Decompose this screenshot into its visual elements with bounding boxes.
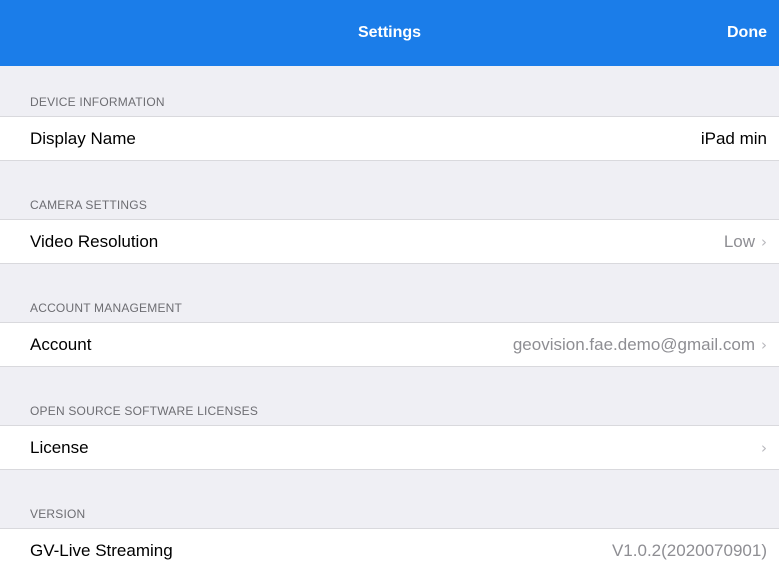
section-version: VERSION GV-Live Streaming V1.0.2(2020070… bbox=[0, 478, 779, 573]
section-header-camera-settings: CAMERA SETTINGS bbox=[30, 198, 148, 212]
video-resolution-label: Video Resolution bbox=[30, 232, 159, 251]
app-name-label: GV-Live Streaming bbox=[30, 541, 173, 560]
account-value-text: geovision.fae.demo@gmail.com bbox=[512, 335, 755, 354]
license-row[interactable]: License › bbox=[0, 425, 779, 470]
section-header-version: VERSION bbox=[30, 507, 86, 521]
version-value: V1.0.2(2020070901) bbox=[611, 541, 767, 560]
done-button[interactable]: Done bbox=[727, 0, 767, 66]
license-value: › bbox=[755, 426, 767, 470]
section-open-source-licenses: OPEN SOURCE SOFTWARE LICENSES License › bbox=[0, 375, 779, 470]
account-label: Account bbox=[30, 335, 92, 354]
video-resolution-value-text: Low bbox=[723, 232, 755, 251]
section-header-device-information: DEVICE INFORMATION bbox=[30, 95, 165, 109]
section-header-open-source-licenses: OPEN SOURCE SOFTWARE LICENSES bbox=[30, 404, 259, 418]
account-row[interactable]: Account geovision.fae.demo@gmail.com › bbox=[0, 322, 779, 367]
display-name-value-text: iPad min bbox=[700, 129, 767, 148]
display-name-label: Display Name bbox=[30, 129, 136, 148]
account-value: geovision.fae.demo@gmail.com › bbox=[513, 323, 767, 367]
chevron-right-icon: › bbox=[761, 439, 767, 457]
navigation-bar: Settings Done bbox=[0, 0, 779, 66]
display-name-value: iPad min bbox=[701, 117, 767, 160]
page-title: Settings bbox=[357, 24, 422, 41]
section-account-management: ACCOUNT MANAGEMENT Account geovision.fae… bbox=[0, 272, 779, 367]
section-camera-settings: CAMERA SETTINGS Video Resolution Low › bbox=[0, 169, 779, 264]
chevron-right-icon: › bbox=[761, 336, 767, 354]
video-resolution-row[interactable]: Video Resolution Low › bbox=[0, 219, 779, 264]
section-device-information: DEVICE INFORMATION Display Name iPad min bbox=[0, 66, 779, 161]
license-label: License bbox=[30, 438, 89, 457]
version-row: GV-Live Streaming V1.0.2(2020070901) bbox=[0, 528, 779, 573]
display-name-row[interactable]: Display Name iPad min bbox=[0, 116, 779, 161]
section-header-account-management: ACCOUNT MANAGEMENT bbox=[30, 301, 183, 315]
chevron-right-icon: › bbox=[761, 233, 767, 251]
video-resolution-value: Low › bbox=[724, 220, 767, 264]
